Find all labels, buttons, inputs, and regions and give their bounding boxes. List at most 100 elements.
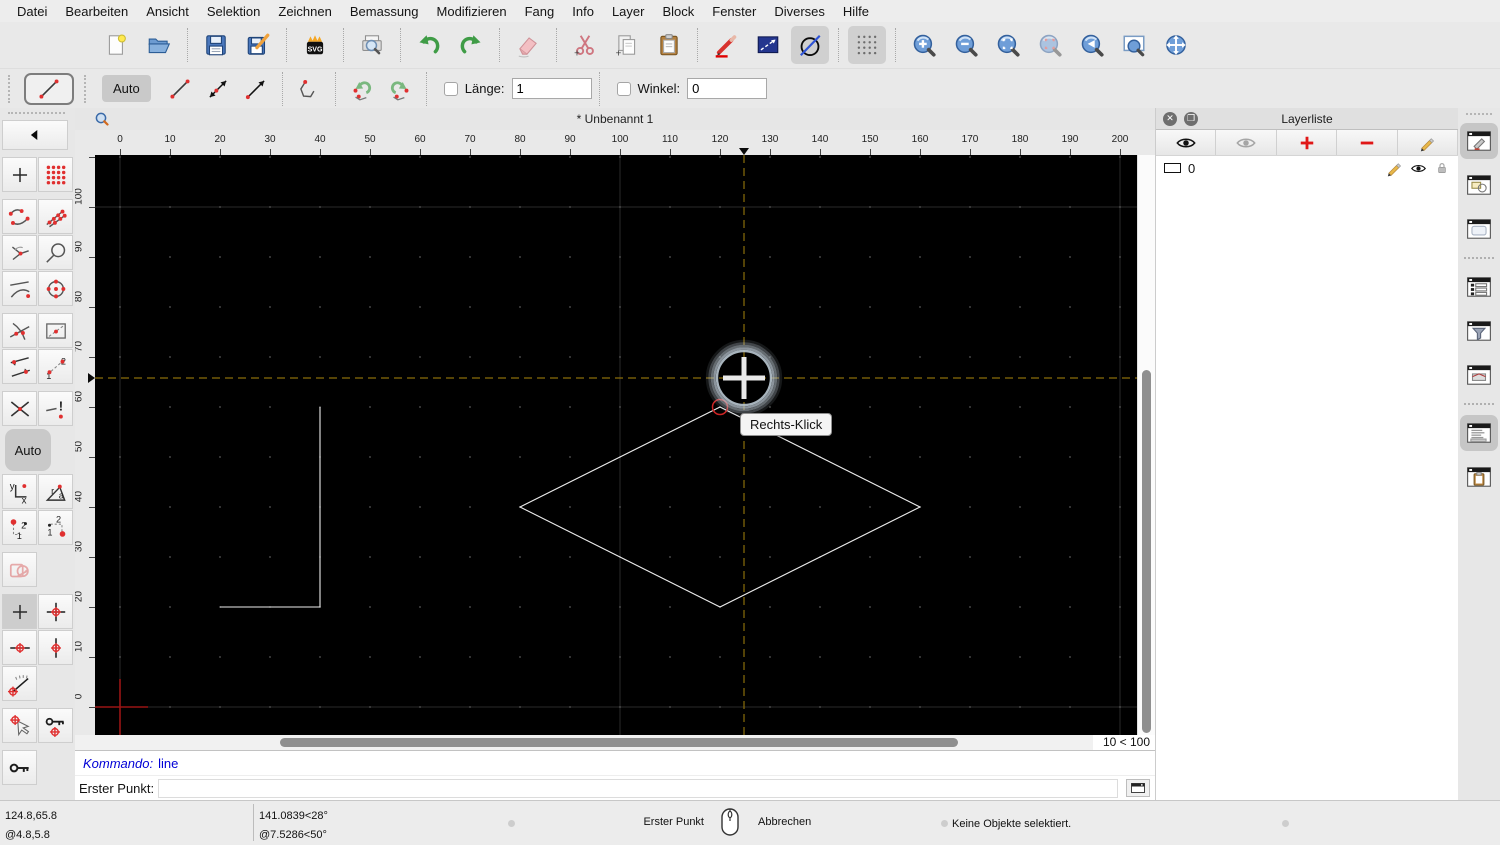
restrict-nothing-button[interactable]: [2, 594, 37, 629]
segment-redo-button[interactable]: [381, 73, 419, 105]
layer-color-swatch[interactable]: [1164, 163, 1181, 173]
draft-mode-button[interactable]: [791, 26, 829, 64]
angle-checkbox[interactable]: [616, 81, 631, 96]
delete-button[interactable]: [509, 26, 547, 64]
dock-list-window-button[interactable]: [1460, 269, 1498, 305]
copy-button[interactable]: +: [608, 26, 646, 64]
length-checkbox[interactable]: [443, 81, 458, 96]
layer-lock-icon[interactable]: [1434, 160, 1450, 176]
snap-nearest-button[interactable]: [2, 271, 37, 306]
command-dock-toggle-button[interactable]: [1126, 779, 1150, 797]
segment-undo-button[interactable]: [343, 73, 381, 105]
snap-angle-button[interactable]: [2, 666, 37, 701]
length-input[interactable]: [511, 78, 592, 99]
set-relative-zero-button[interactable]: [2, 708, 37, 743]
snap-tangent-button[interactable]: [38, 235, 73, 270]
visibility-construction-button[interactable]: [1216, 130, 1277, 155]
point-order-21-button[interactable]: 12: [38, 510, 73, 545]
menu-fenster[interactable]: Fenster: [703, 4, 765, 19]
document-title-bar[interactable]: * Unbenannt 1: [75, 108, 1155, 130]
edit-layer-pencil-icon[interactable]: [1385, 159, 1403, 177]
snap-auto-button[interactable]: Auto: [5, 429, 51, 471]
snap-middle-button[interactable]: [2, 349, 37, 384]
menu-bemassung[interactable]: Bemassung: [341, 4, 428, 19]
zoom-previous-button[interactable]: [1073, 26, 1111, 64]
cut-button[interactable]: +: [566, 26, 604, 64]
vertical-scrollbar-thumb[interactable]: [1142, 370, 1151, 733]
snap-grid-button[interactable]: [38, 157, 73, 192]
select-window-button[interactable]: [749, 26, 787, 64]
coordinate-cartesian-button[interactable]: yx: [2, 474, 37, 509]
dock-pen-wizard-window-button[interactable]: [1460, 357, 1498, 393]
drawing-canvas[interactable]: Rechts-Klick: [95, 155, 1137, 735]
snap-intersection-auto-button[interactable]: [2, 313, 37, 348]
command-input[interactable]: [158, 778, 1118, 798]
dock-preview-window-button[interactable]: [1460, 211, 1498, 247]
snap-on-entity-button[interactable]: [38, 199, 73, 234]
menu-modifizieren[interactable]: Modifizieren: [428, 4, 516, 19]
snap-distance-button[interactable]: 12: [38, 349, 73, 384]
grid-toggle-button[interactable]: [848, 26, 886, 64]
point-order-12-button[interactable]: 12: [2, 510, 37, 545]
open-file-button[interactable]: [140, 26, 178, 64]
layer-row[interactable]: 0: [1156, 156, 1458, 178]
coordinate-polar-button[interactable]: ra: [38, 474, 73, 509]
menu-zeichnen[interactable]: Zeichnen: [269, 4, 340, 19]
snap-reference-button[interactable]: [38, 313, 73, 348]
polyline-button[interactable]: [290, 73, 328, 105]
menu-diverses[interactable]: Diverses: [765, 4, 834, 19]
new-document-button[interactable]: [98, 26, 136, 64]
zoom-out-button[interactable]: [947, 26, 985, 64]
snap-exclusive-off-button[interactable]: [2, 552, 37, 587]
zoom-selected-button[interactable]: [1031, 26, 1069, 64]
toolbar-drag-handle[interactable]: [8, 112, 65, 116]
line-two-points-button[interactable]: [161, 73, 199, 105]
dock-filter-window-button[interactable]: [1460, 313, 1498, 349]
toolbar-drag-handle[interactable]: [84, 74, 90, 103]
zoom-auto-button[interactable]: [989, 26, 1027, 64]
close-icon[interactable]: ✕: [1163, 111, 1177, 126]
line-direction-button[interactable]: [237, 73, 275, 105]
paste-button[interactable]: [650, 26, 688, 64]
menu-selektion[interactable]: Selektion: [198, 4, 269, 19]
zoom-in-button[interactable]: [905, 26, 943, 64]
attributes-pen-button[interactable]: [707, 26, 745, 64]
menu-ansicht[interactable]: Ansicht: [137, 4, 198, 19]
float-panel-icon[interactable]: ❐: [1184, 111, 1198, 126]
edit-layer-button[interactable]: [1397, 130, 1459, 155]
menu-datei[interactable]: Datei: [8, 4, 56, 19]
toolbar-drag-handle[interactable]: [1466, 113, 1492, 115]
snap-intersection-button[interactable]: [2, 391, 37, 426]
dock-command-window-button[interactable]: [1460, 415, 1498, 451]
zoom-pan-button[interactable]: [1157, 26, 1195, 64]
line-bidirectional-button[interactable]: [199, 73, 237, 105]
current-tool-indicator[interactable]: [24, 72, 74, 105]
menu-info[interactable]: Info: [563, 4, 603, 19]
redo-button[interactable]: [452, 26, 490, 64]
export-svg-button[interactable]: SVG: [296, 26, 334, 64]
snap-intersection-manual-button[interactable]: !: [38, 391, 73, 426]
vertical-scrollbar[interactable]: [1137, 155, 1155, 735]
horizontal-scrollbar[interactable]: [95, 735, 1093, 750]
dock-blocks-window-button[interactable]: [1460, 167, 1498, 203]
dock-pen-window-button[interactable]: [1460, 123, 1498, 159]
lock-key-button[interactable]: [2, 750, 37, 785]
lock-relative-zero-button[interactable]: [38, 708, 73, 743]
undo-button[interactable]: [410, 26, 448, 64]
snap-free-button[interactable]: [2, 157, 37, 192]
snap-center-button[interactable]: [2, 235, 37, 270]
remove-layer-button[interactable]: [1337, 130, 1398, 155]
angle-input[interactable]: [687, 78, 768, 99]
tool-auto-button[interactable]: Auto: [102, 75, 151, 102]
print-preview-button[interactable]: [353, 26, 391, 64]
menu-block[interactable]: Block: [653, 4, 703, 19]
menu-bearbeiten[interactable]: Bearbeiten: [56, 4, 137, 19]
zoom-window-button[interactable]: [1115, 26, 1153, 64]
add-layer-button[interactable]: [1276, 130, 1338, 155]
restrict-orthogonal-button[interactable]: [38, 594, 73, 629]
menu-fang[interactable]: Fang: [516, 4, 564, 19]
layer-visible-eye-icon[interactable]: [1410, 160, 1427, 177]
restrict-vertical-button[interactable]: [38, 630, 73, 665]
horizontal-scrollbar-thumb[interactable]: [280, 738, 958, 747]
layer-panel-header[interactable]: ✕ ❐ Layerliste: [1156, 108, 1458, 130]
